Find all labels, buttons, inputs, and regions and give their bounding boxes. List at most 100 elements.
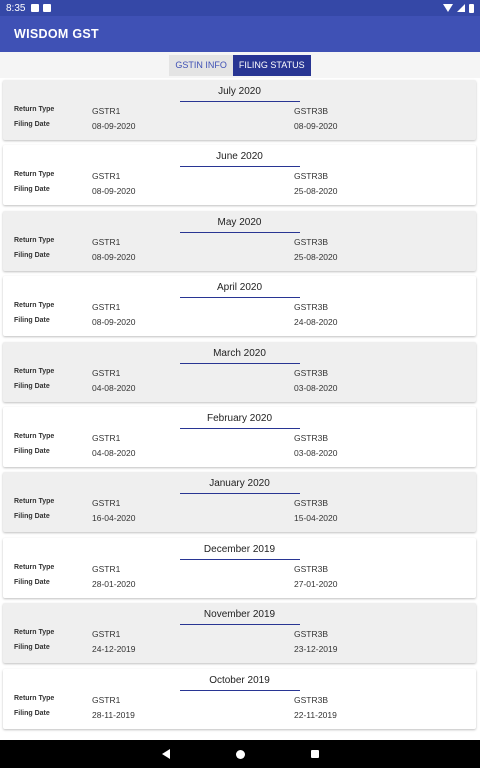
signal-icon xyxy=(457,4,465,12)
gstr1-filing-date: 28-11-2019 xyxy=(92,709,135,720)
gstr1-filing-date: 24-12-2019 xyxy=(92,644,136,655)
home-icon[interactable] xyxy=(235,749,245,759)
gstr3b-return-type: GSTR3B xyxy=(294,236,329,247)
filing-date-label: Filing Date xyxy=(14,709,50,717)
gstr3b-filing-date: 27-01-2020 xyxy=(294,578,338,589)
filing-date-label: Filing Date xyxy=(14,251,50,259)
month-underline xyxy=(180,428,300,429)
gstr3b-return-type: GSTR3B xyxy=(294,367,329,378)
recents-icon[interactable] xyxy=(310,750,319,758)
return-type-label: Return Type xyxy=(14,498,55,506)
filing-month: December 2019 xyxy=(203,543,276,555)
return-type-label: Return Type xyxy=(14,629,55,637)
tab-gstin-info[interactable]: GSTIN INFO xyxy=(169,54,233,76)
return-type-label: Return Type xyxy=(14,236,55,244)
gstr3b-return-type: GSTR3B xyxy=(294,171,329,182)
tab-filing-status[interactable]: FILING STATUS xyxy=(232,54,311,76)
gstr3b-return-type: GSTR3B xyxy=(294,433,329,443)
filing-month: July 2020 xyxy=(218,86,261,97)
return-type-label: Return Type xyxy=(14,433,55,440)
gstr3b-filing-date: 24-08-2020 xyxy=(294,317,338,328)
filing-card[interactable]: February 2020 Return Type Filing Date GSTR1… xyxy=(3,407,476,467)
filing-card[interactable]: April 2020 Return Type Filing Date GSTR1 08-… xyxy=(3,276,476,337)
filing-month: May 2020 xyxy=(217,216,262,228)
filing-date-label: Filing Date xyxy=(14,317,50,325)
battery-icon xyxy=(469,3,474,13)
gstr3b-filing-date: 23-12-2019 xyxy=(294,644,338,655)
month-underline xyxy=(180,101,300,102)
gstr3b-return-type: GSTR3B xyxy=(294,498,329,509)
filing-date-label: Filing Date xyxy=(14,578,50,586)
return-type-label: Return Type xyxy=(14,694,55,702)
tab-bar: GSTIN INFO FILING STATUS xyxy=(0,52,480,78)
month-underline xyxy=(180,231,300,233)
back-icon[interactable] xyxy=(161,749,170,759)
month-underline xyxy=(180,362,300,364)
filing-card[interactable]: May 2020 Return Type Filing Date GSTR1 08-09… xyxy=(3,210,476,271)
gstr1-return-type: GSTR1 xyxy=(92,302,121,313)
filing-card[interactable]: November 2019 Return Type Filing Date GSTR1… xyxy=(3,603,476,664)
gstr1-filing-date: 04-08-2020 xyxy=(92,448,136,458)
filing-card[interactable]: January 2020 Return Type Filing Date GSTR1 1… xyxy=(3,472,476,533)
filing-date-label: Filing Date xyxy=(14,448,50,455)
filing-card[interactable]: June 2020 Return Type Filing Date GSTR1 08-0… xyxy=(3,145,476,206)
gstr3b-filing-date: 08-09-2020 xyxy=(294,121,338,131)
return-type-label: Return Type xyxy=(14,171,55,179)
app-title: WISDOM GST xyxy=(14,27,99,41)
gstr3b-filing-date: 03-08-2020 xyxy=(294,382,338,393)
gstr3b-filing-date: 15-04-2020 xyxy=(294,513,338,524)
filing-list[interactable]: July 2020 Return Type Filing Date GSTR1 08-0… xyxy=(0,78,480,740)
filing-card[interactable]: October 2019 Return Type Filing Date GSTR1 2… xyxy=(3,668,476,729)
gstr3b-filing-date: 22-11-2019 xyxy=(294,709,337,720)
gstr1-return-type: GSTR1 xyxy=(92,171,121,182)
month-underline xyxy=(180,689,300,691)
filing-date-label: Filing Date xyxy=(14,186,50,194)
gstr3b-filing-date: 03-08-2020 xyxy=(294,448,338,458)
filing-month: November 2019 xyxy=(203,609,276,621)
app-notification-icon xyxy=(31,4,40,12)
gstr1-filing-date: 08-09-2020 xyxy=(92,251,136,262)
gstr1-filing-date: 04-08-2020 xyxy=(92,382,136,393)
month-underline xyxy=(180,166,300,168)
gstr3b-filing-date: 25-08-2020 xyxy=(294,186,338,197)
filing-date-label: Filing Date xyxy=(14,382,50,390)
gstr3b-return-type: GSTR3B xyxy=(294,106,329,116)
return-type-label: Return Type xyxy=(14,106,55,113)
filing-month: June 2020 xyxy=(216,151,263,163)
wifi-icon xyxy=(443,4,453,12)
filing-month: January 2020 xyxy=(209,478,270,490)
gstr1-return-type: GSTR1 xyxy=(92,367,121,378)
gstr3b-return-type: GSTR3B xyxy=(294,629,329,640)
month-underline xyxy=(180,297,300,299)
return-type-label: Return Type xyxy=(14,302,55,310)
filing-month: March 2020 xyxy=(213,347,266,359)
filing-date-label: Filing Date xyxy=(14,644,50,652)
gstr1-return-type: GSTR1 xyxy=(92,498,121,509)
sd-card-icon xyxy=(43,4,52,12)
filing-month: April 2020 xyxy=(216,282,263,294)
filing-date-label: Filing Date xyxy=(14,121,50,128)
gstr1-filing-date: 08-09-2020 xyxy=(92,121,136,131)
filing-card[interactable]: July 2020 Return Type Filing Date GSTR1 08-0… xyxy=(3,80,476,140)
gstr3b-return-type: GSTR3B xyxy=(294,694,329,705)
gstr1-return-type: GSTR1 xyxy=(92,694,121,705)
month-underline xyxy=(180,558,300,560)
gstr1-return-type: GSTR1 xyxy=(92,106,121,116)
gstr1-return-type: GSTR1 xyxy=(92,433,121,443)
gstr3b-filing-date: 25-08-2020 xyxy=(294,251,338,262)
return-type-label: Return Type xyxy=(14,563,55,571)
gstr1-return-type: GSTR1 xyxy=(92,629,121,640)
filing-card[interactable]: December 2019 Return Type Filing Date GSTR1… xyxy=(3,537,476,598)
month-underline xyxy=(180,624,300,626)
gstr1-return-type: GSTR1 xyxy=(92,563,121,574)
gstr3b-return-type: GSTR3B xyxy=(294,302,329,313)
filing-month: February 2020 xyxy=(206,413,273,424)
gstr3b-return-type: GSTR3B xyxy=(294,563,329,574)
gstr1-filing-date: 16-04-2020 xyxy=(92,513,136,524)
filing-card[interactable]: March 2020 Return Type Filing Date GSTR1 04-… xyxy=(3,341,476,402)
gstr1-filing-date: 08-09-2020 xyxy=(92,317,136,328)
status-bar: 8:35 xyxy=(0,0,480,16)
status-time: 8:35 xyxy=(6,2,26,14)
filing-month: October 2019 xyxy=(209,674,270,686)
return-type-label: Return Type xyxy=(14,367,55,375)
